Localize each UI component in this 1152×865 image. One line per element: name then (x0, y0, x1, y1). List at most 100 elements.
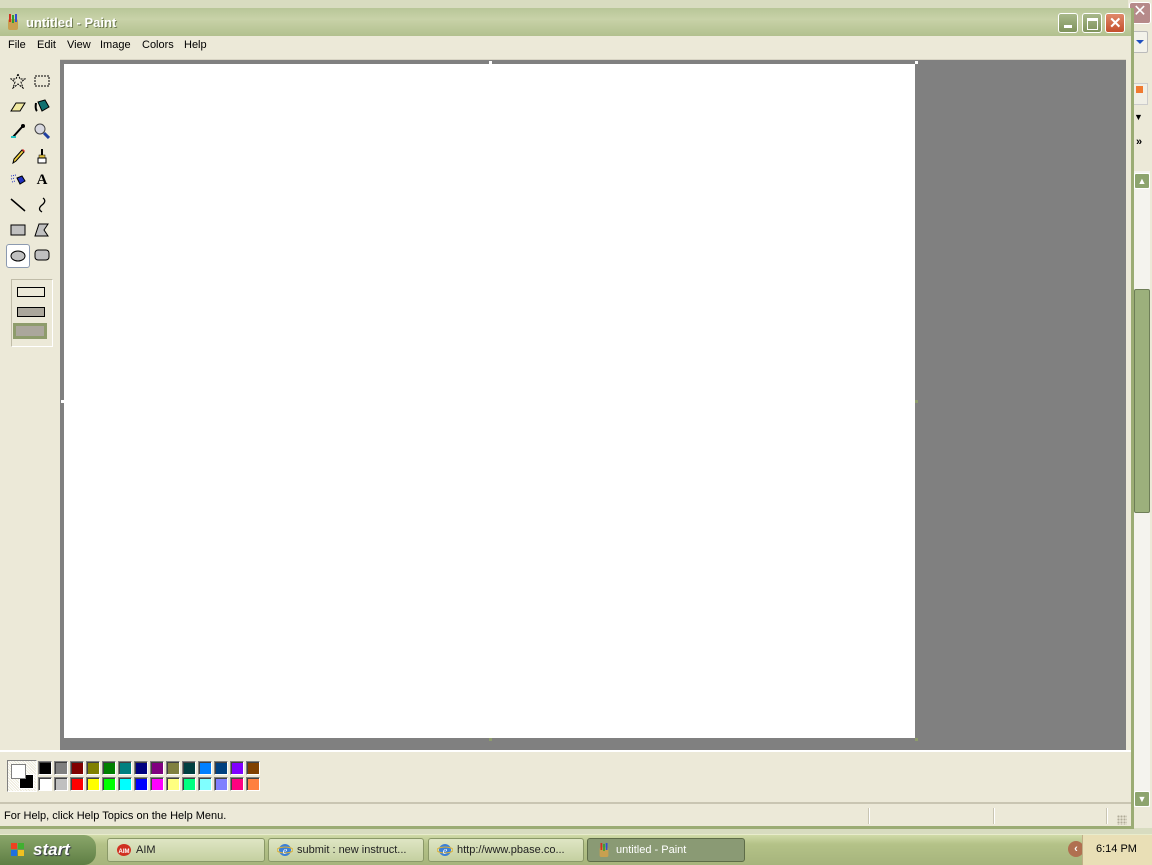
curve-icon (38, 197, 46, 213)
menu-view[interactable]: View (67, 39, 91, 51)
rss-icon[interactable] (1132, 83, 1148, 105)
magnifier-tool[interactable] (31, 120, 53, 142)
text-tool[interactable]: A (31, 169, 53, 191)
pencil-tool[interactable] (7, 145, 29, 167)
color-swatch[interactable] (134, 777, 148, 791)
menu-edit[interactable]: Edit (37, 39, 56, 51)
color-swatch[interactable] (166, 761, 180, 775)
color-swatch[interactable] (150, 761, 164, 775)
brush-tool[interactable] (31, 145, 53, 167)
color-swatch[interactable] (166, 777, 180, 791)
color-swatch[interactable] (230, 761, 244, 775)
ellipse-icon (10, 250, 26, 262)
rounded-rectangle-icon (34, 249, 50, 261)
color-swatch[interactable] (86, 761, 100, 775)
pick-color-tool[interactable] (7, 120, 29, 142)
foreground-color (11, 764, 26, 779)
clock[interactable]: 6:14 PM (1096, 843, 1137, 855)
current-colors-indicator (7, 760, 37, 792)
color-swatch[interactable] (198, 777, 212, 791)
taskbar-item-aim[interactable]: AIM AIM (107, 838, 265, 862)
task-label: http://www.pbase.co... (457, 844, 565, 856)
color-swatch[interactable] (182, 777, 196, 791)
toolbox: A (4, 60, 58, 750)
fill-tool[interactable] (31, 95, 53, 117)
color-swatch[interactable] (70, 761, 84, 775)
resize-handle-right[interactable] (915, 400, 918, 403)
status-divider (868, 808, 870, 824)
close-icon: ✕ (1109, 15, 1122, 32)
background-scrollbar[interactable]: ▲ ▼ (1134, 171, 1150, 807)
rect-select-tool[interactable] (31, 70, 53, 92)
minimize-button[interactable] (1058, 13, 1078, 33)
pencil-icon (12, 149, 25, 164)
color-swatch[interactable] (150, 777, 164, 791)
line-icon (10, 198, 26, 212)
polygon-icon (34, 223, 49, 237)
color-swatch[interactable] (230, 777, 244, 791)
resize-handle-bottom-right[interactable] (915, 738, 918, 741)
menu-colors[interactable]: Colors (142, 39, 174, 51)
eraser-tool[interactable] (7, 95, 29, 117)
color-swatch[interactable] (38, 761, 52, 775)
outline-and-fill-option[interactable] (17, 307, 45, 317)
line-tool[interactable] (7, 194, 29, 216)
color-swatch[interactable] (54, 777, 68, 791)
color-swatch[interactable] (246, 777, 260, 791)
color-swatch[interactable] (54, 761, 68, 775)
color-swatch[interactable] (86, 777, 100, 791)
color-swatch[interactable] (134, 761, 148, 775)
background-dropdown-button[interactable] (1132, 31, 1148, 53)
taskbar-item-pbase[interactable]: e http://www.pbase.co... (428, 838, 584, 862)
window-title: untitled - Paint (26, 15, 117, 30)
resize-handle-left (61, 400, 64, 403)
fill-only-option[interactable] (13, 323, 47, 339)
color-swatch[interactable] (70, 777, 84, 791)
color-swatch[interactable] (102, 761, 116, 775)
color-palette (0, 750, 1131, 802)
menu-image[interactable]: Image (100, 39, 131, 51)
menu-file[interactable]: File (8, 39, 26, 51)
scroll-thumb[interactable] (1134, 289, 1150, 513)
color-swatch[interactable] (118, 777, 132, 791)
curve-tool[interactable] (31, 194, 53, 216)
toolbar-overflow-icon[interactable]: » (1136, 136, 1142, 148)
color-swatch[interactable] (102, 777, 116, 791)
rectangle-tool[interactable] (7, 219, 29, 241)
color-swatch[interactable] (198, 761, 212, 775)
windows-logo-icon (11, 843, 24, 856)
resize-grip[interactable] (1117, 815, 1127, 825)
start-button[interactable]: start (0, 835, 96, 865)
title-bar[interactable]: untitled - Paint ✕ (0, 8, 1131, 36)
close-button[interactable]: ✕ (1105, 13, 1125, 33)
free-form-select-tool[interactable] (7, 70, 29, 92)
taskbar-item-submit[interactable]: e submit : new instruct... (268, 838, 424, 862)
dropdown-arrow-icon[interactable]: ▼ (1134, 112, 1143, 122)
outline-only-option[interactable] (17, 287, 45, 297)
scroll-up-button[interactable]: ▲ (1134, 173, 1150, 189)
airbrush-tool[interactable] (7, 169, 29, 191)
maximize-button[interactable] (1082, 13, 1102, 33)
rounded-rectangle-tool[interactable] (31, 244, 53, 266)
maximize-icon (1087, 18, 1098, 30)
color-swatch[interactable] (214, 777, 228, 791)
rect-select-icon (34, 75, 50, 87)
color-swatch[interactable] (246, 761, 260, 775)
svg-text:e: e (443, 846, 448, 857)
polygon-tool[interactable] (31, 219, 53, 241)
taskbar-item-paint[interactable]: untitled - Paint (587, 838, 745, 862)
scroll-down-button[interactable]: ▼ (1134, 791, 1150, 807)
color-swatch[interactable] (118, 761, 132, 775)
ie-icon: e (277, 844, 293, 857)
color-swatch[interactable] (38, 777, 52, 791)
status-bar: For Help, click Help Topics on the Help … (0, 802, 1131, 828)
drawing-canvas[interactable] (64, 64, 915, 738)
task-label: submit : new instruct... (297, 844, 407, 856)
menu-help[interactable]: Help (184, 39, 207, 51)
status-help-text: For Help, click Help Topics on the Help … (4, 810, 227, 822)
resize-handle-bottom[interactable] (489, 738, 492, 741)
ellipse-tool[interactable] (6, 244, 30, 268)
color-swatch[interactable] (182, 761, 196, 775)
magnifier-icon (34, 123, 50, 139)
color-swatch[interactable] (214, 761, 228, 775)
